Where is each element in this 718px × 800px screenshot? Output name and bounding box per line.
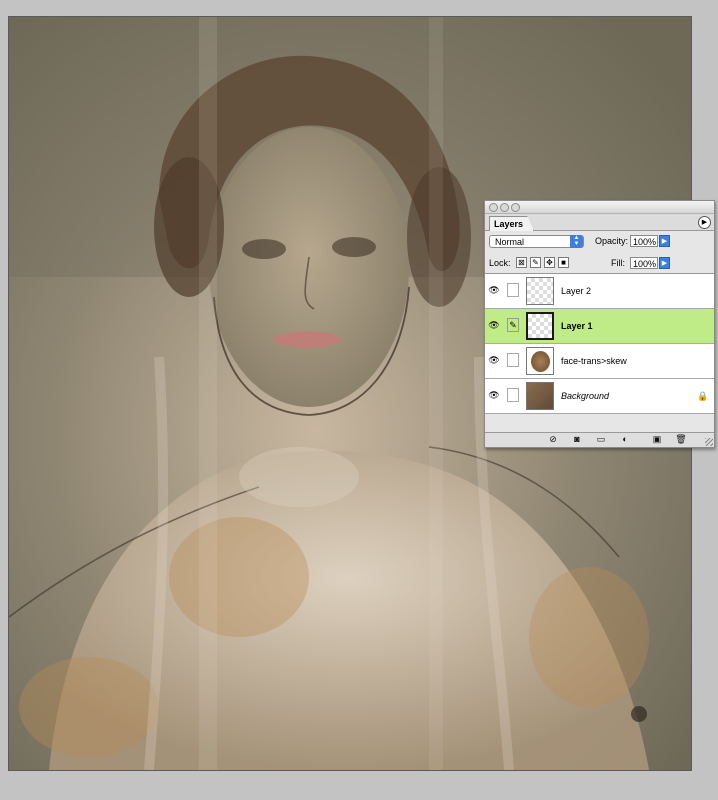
palette-titlebar[interactable] — [485, 201, 714, 214]
zoom-button[interactable] — [511, 203, 520, 212]
layers-palette: Layers ▶ Normal ▲ ▼ Opacity: 100% ▶ Lock:… — [484, 200, 715, 448]
blend-mode-select[interactable]: Normal ▲ ▼ — [489, 235, 584, 248]
layers-list: 👁 Layer 2 👁 ✎ Layer 1 👁 face-trans>skew … — [485, 274, 714, 414]
layer-thumbnail — [526, 312, 554, 340]
fill-label: Fill: — [611, 258, 625, 268]
chevron-updown-icon: ▲ ▼ — [570, 235, 583, 248]
link-box[interactable] — [507, 388, 519, 402]
opacity-field[interactable]: 100% — [630, 235, 658, 247]
link-box[interactable] — [507, 353, 519, 367]
lock-image-brush-icon[interactable]: ✎ — [530, 257, 541, 268]
layer-name[interactable]: face-trans>skew — [561, 356, 627, 366]
layer-mask-icon[interactable]: ◙ — [569, 434, 585, 445]
adjustment-layer-icon[interactable]: ◐ — [617, 434, 633, 445]
minimize-button[interactable] — [500, 203, 509, 212]
close-button[interactable] — [489, 203, 498, 212]
lock-label: Lock: — [489, 258, 511, 268]
blend-mode-value: Normal — [495, 237, 525, 247]
tab-layers[interactable]: Layers — [489, 216, 535, 231]
eye-icon[interactable]: 👁 — [488, 285, 500, 295]
new-layer-icon[interactable]: ▣ — [649, 434, 665, 445]
layer-row-face-trans-skew[interactable]: 👁 face-trans>skew — [485, 344, 714, 379]
brush-link-icon[interactable]: ✎ — [507, 318, 519, 332]
eye-icon[interactable]: 👁 — [488, 355, 500, 365]
layer-row-layer-2[interactable]: 👁 Layer 2 — [485, 274, 714, 309]
trash-icon[interactable]: 🗑 — [673, 434, 689, 445]
layer-name[interactable]: Background — [561, 391, 609, 401]
eye-icon[interactable]: 👁 — [488, 320, 500, 330]
opacity-slider-arrow-icon[interactable]: ▶ — [659, 235, 670, 247]
palette-menu-icon[interactable]: ▶ — [698, 216, 711, 229]
layer-thumbnail — [526, 382, 554, 410]
layer-style-icon[interactable]: ⊘ — [545, 434, 561, 445]
lock-transparency-icon[interactable]: ⊠ — [516, 257, 527, 268]
layer-name[interactable]: Layer 1 — [561, 321, 593, 331]
layer-thumbnail — [526, 347, 554, 375]
padlock-icon: 🔒 — [697, 391, 709, 401]
eye-icon[interactable]: 👁 — [488, 390, 500, 400]
opacity-label: Opacity: — [595, 236, 629, 246]
resize-grip[interactable] — [705, 438, 713, 446]
layer-row-background[interactable]: 👁 Background 🔒 — [485, 379, 714, 414]
fill-slider-arrow-icon[interactable]: ▶ — [659, 257, 670, 269]
palette-bottom-bar: ⊘ ◙ ▭ ◐ ▣ 🗑 — [485, 432, 714, 447]
new-group-icon[interactable]: ▭ — [593, 434, 609, 445]
layer-thumbnail — [526, 277, 554, 305]
lock-all-padlock-icon[interactable]: ■ — [558, 257, 569, 268]
layer-name[interactable]: Layer 2 — [561, 286, 591, 296]
lock-position-move-icon[interactable]: ✥ — [544, 257, 555, 268]
fill-field[interactable]: 100% — [630, 257, 658, 269]
layer-row-layer-1[interactable]: 👁 ✎ Layer 1 — [485, 309, 714, 344]
link-box[interactable] — [507, 283, 519, 297]
